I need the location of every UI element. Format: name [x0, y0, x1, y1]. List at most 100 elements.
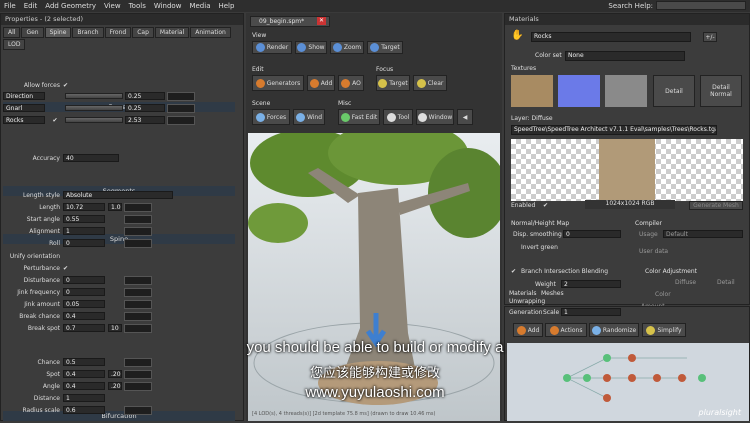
bib-check-icon[interactable]: ✔ [511, 268, 516, 275]
menu-media[interactable]: Media [189, 2, 210, 10]
ao-button[interactable]: AO [338, 75, 364, 91]
forces-slider[interactable] [65, 117, 123, 123]
actions-button[interactable]: Actions [545, 323, 587, 337]
curve-icon[interactable] [167, 91, 195, 101]
detail-normal-texture[interactable]: Detail Normal [700, 75, 742, 107]
curve-icon[interactable] [167, 115, 195, 125]
menu-file[interactable]: File [4, 2, 16, 10]
spine-value[interactable]: 0.55 [63, 215, 105, 223]
pert-value[interactable]: 0.4 [63, 312, 105, 320]
tab-frond[interactable]: Frond [104, 27, 132, 38]
length-style-select[interactable]: Absolute [63, 191, 173, 199]
window-button[interactable]: Window [416, 109, 454, 125]
simplify-button[interactable]: Simplify [642, 323, 686, 337]
enabled-check-icon[interactable]: ✔ [543, 202, 548, 209]
forces-button[interactable]: Forces [252, 109, 290, 125]
tab-all[interactable]: All [3, 27, 21, 38]
disp-smoothing-input[interactable]: 0 [563, 230, 621, 238]
randomize-button[interactable]: Randomize [589, 323, 639, 337]
menu-help[interactable]: Help [218, 2, 234, 10]
spine-value[interactable]: 10.72 [63, 203, 105, 211]
pert-value[interactable]: 0 [63, 288, 105, 296]
pert-extra[interactable]: 10 [108, 324, 122, 332]
pert-row: Jink amount 0.05 [3, 299, 152, 309]
material-add-button[interactable]: +/- [703, 32, 717, 42]
meshes-tab[interactable]: Meshes [541, 290, 564, 297]
menu-window[interactable]: Window [154, 2, 182, 10]
curve-icon[interactable] [124, 214, 152, 224]
tool-button[interactable]: Tool [383, 109, 413, 125]
tab-branch[interactable]: Branch [72, 27, 104, 38]
focus-target-button[interactable]: Target [376, 75, 410, 91]
diffuse-texture[interactable] [511, 75, 553, 107]
search-input[interactable] [656, 1, 746, 10]
curve-icon[interactable] [124, 202, 152, 212]
generators-button[interactable]: Generators [252, 75, 304, 91]
tab-animation[interactable]: Animation [190, 27, 231, 38]
menu-add-geometry[interactable]: Add Geometry [45, 2, 96, 10]
curve-icon[interactable] [124, 226, 152, 236]
material-select[interactable]: Rocks [531, 32, 691, 42]
tab-material[interactable]: Material [154, 27, 190, 38]
detail-texture[interactable]: Detail [653, 75, 695, 107]
curve-icon[interactable] [124, 275, 152, 285]
texture-path-field[interactable]: SpeedTree\SpeedTree Architect v7.1.1 Eva… [511, 125, 717, 135]
normal-texture[interactable] [558, 75, 600, 107]
target-view-button[interactable]: Target [367, 41, 403, 54]
curve-icon[interactable] [124, 287, 152, 297]
perturbance-check-icon[interactable]: ✔ [63, 265, 68, 272]
bif-value[interactable]: 0.6 [63, 406, 105, 414]
specular-texture[interactable] [605, 75, 647, 107]
menu-view[interactable]: View [104, 2, 121, 10]
spine-value[interactable]: 1 [63, 227, 105, 235]
forces-slider[interactable] [65, 93, 123, 99]
curve-icon[interactable] [167, 103, 195, 113]
zoom-button[interactable]: Zoom [330, 41, 364, 54]
show-button[interactable]: Show [295, 41, 327, 54]
generation-title: Generation [509, 309, 543, 316]
forces-value[interactable]: 0.25 [125, 104, 165, 112]
spine-extra[interactable]: 1.0 [108, 203, 122, 211]
colorset-select[interactable]: None [565, 51, 685, 61]
back-arrow-button[interactable]: ◀ [457, 109, 473, 125]
tab-lod[interactable]: LOD [3, 39, 26, 50]
curve-icon[interactable] [124, 238, 152, 248]
fast-edit-button[interactable]: Fast Edit [338, 109, 380, 125]
subtitle-english: you should be able to build or modify a [246, 339, 504, 356]
allow-forces-check-icon[interactable]: ✔ [63, 82, 68, 89]
ao-icon [341, 78, 351, 88]
wind-button[interactable]: Wind [293, 109, 325, 125]
generate-mesh-button[interactable]: Generate Mesh [689, 201, 743, 210]
materials-tab[interactable]: Materials [509, 290, 537, 297]
clear-button[interactable]: Clear [413, 75, 447, 91]
unwrapping-tab[interactable]: Unwrapping [509, 298, 545, 305]
tab-spine[interactable]: Spine [44, 27, 72, 38]
hand-icon[interactable]: ✋ [511, 30, 527, 46]
diffuse-header: Diffuse [675, 279, 697, 286]
pert-value[interactable]: 0.05 [63, 300, 105, 308]
curve-icon[interactable] [124, 323, 152, 333]
close-tab-icon[interactable]: ✕ [317, 17, 326, 25]
pert-value[interactable]: 0.7 [63, 324, 105, 332]
menu-tools[interactable]: Tools [129, 2, 146, 10]
curve-icon[interactable] [124, 299, 152, 309]
pert-value[interactable]: 0 [63, 276, 105, 284]
menu-edit[interactable]: Edit [24, 2, 38, 10]
spine-value[interactable]: 0 [63, 239, 105, 247]
check-icon[interactable]: ✔ [45, 117, 65, 124]
weight-input[interactable]: 2 [561, 280, 621, 288]
usage-select[interactable]: Default [663, 230, 743, 238]
curve-icon[interactable] [124, 405, 152, 415]
scale-input[interactable]: 1 [561, 308, 621, 316]
forces-value[interactable]: 2.53 [125, 116, 165, 124]
accuracy-input[interactable]: 40 [63, 154, 119, 162]
add-button[interactable]: Add [307, 75, 335, 91]
gen-add-button[interactable]: Add [513, 323, 543, 337]
render-button[interactable]: Render [252, 41, 292, 54]
tab-gen[interactable]: Gen [21, 27, 44, 38]
weight-label: Weight [535, 281, 556, 288]
forces-value[interactable]: 0.25 [125, 92, 165, 100]
forces-slider[interactable] [65, 105, 123, 111]
curve-icon[interactable] [124, 311, 152, 321]
tab-cap[interactable]: Cap [132, 27, 154, 38]
